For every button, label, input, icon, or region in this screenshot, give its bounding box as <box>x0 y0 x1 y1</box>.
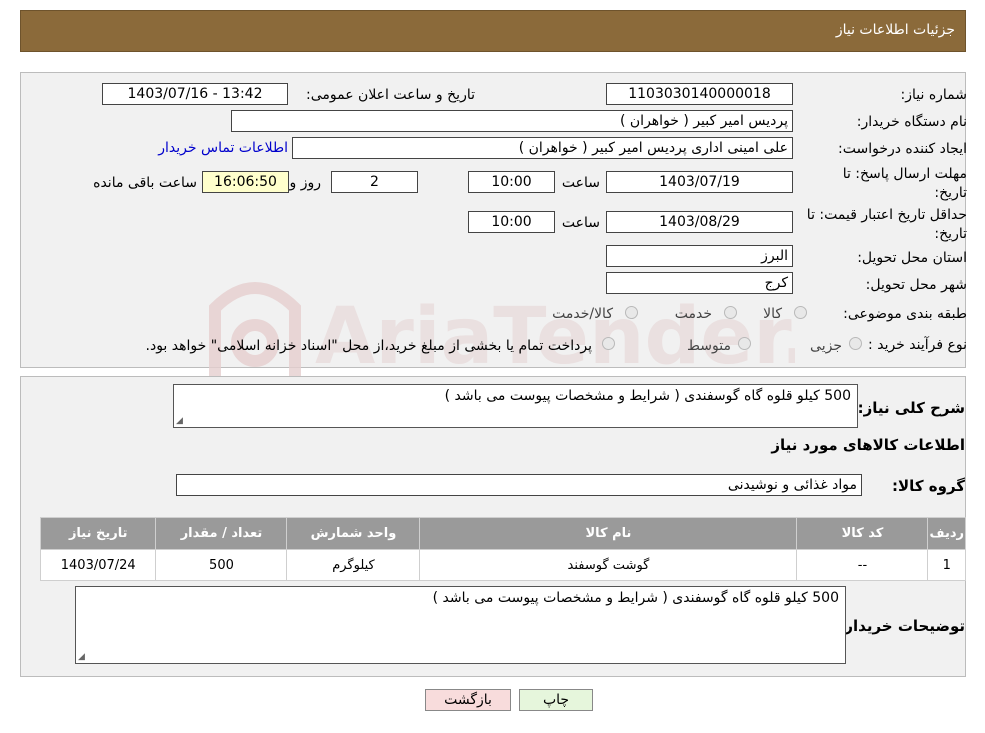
summary-label: شرح کلی نیاز: <box>857 399 965 417</box>
buyer-contact-link[interactable]: اطلاعات تماس خریدار <box>158 140 288 156</box>
goods-group-label: گروه کالا: <box>892 477 965 495</box>
need-number-field: 1103030140000018 <box>606 83 793 105</box>
creator-label: ایجاد کننده درخواست: <box>838 141 967 157</box>
buyer-field: پردیس امیر کبیر ( خواهران ) <box>231 110 793 132</box>
print-button[interactable]: چاپ <box>519 689 593 711</box>
city-label: شهر محل تحویل: <box>865 277 967 293</box>
summary-text: 500 کیلو قلوه گاه گوسفندی ( شرایط و مشخص… <box>444 388 851 404</box>
category-label: طبقه بندی موضوعی: <box>843 306 967 322</box>
page-header: جزئیات اطلاعات نیاز <box>20 10 966 52</box>
category-radio-goods-service[interactable] <box>625 306 638 319</box>
resize-grip-icon[interactable]: ◢ <box>78 652 85 662</box>
remaining-time-field: 16:06:50 <box>202 171 289 193</box>
validity-date-field: 1403/08/29 <box>606 211 793 233</box>
announce-label: تاریخ و ساعت اعلان عمومی: <box>306 87 475 103</box>
page-title: جزئیات اطلاعات نیاز <box>835 22 955 38</box>
buyer-label: نام دستگاه خریدار: <box>856 114 967 130</box>
buyer-notes-textarea[interactable]: 500 کیلو قلوه گاه گوسفندی ( شرایط و مشخص… <box>75 586 846 664</box>
process-label: نوع فرآیند خرید : <box>868 337 967 353</box>
validity-time-field: 10:00 <box>468 211 555 233</box>
process-option-medium: متوسط <box>687 338 731 354</box>
reply-deadline-label-text: مهلت ارسال پاسخ: تا تاریخ: <box>842 166 967 201</box>
validity-label: حداقل تاریخ اعتبار قیمت: تا تاریخ: <box>792 206 967 244</box>
col-qty: تعداد / مقدار <box>155 517 288 550</box>
cell-qty: 500 <box>155 549 288 581</box>
reply-date-field: 1403/07/19 <box>606 171 793 193</box>
summary-textarea[interactable]: 500 کیلو قلوه گاه گوسفندی ( شرایط و مشخص… <box>173 384 858 428</box>
col-name: نام کالا <box>419 517 798 550</box>
resize-grip-icon[interactable]: ◢ <box>176 416 183 426</box>
reply-time-field: 10:00 <box>468 171 555 193</box>
buyer-notes-text: 500 کیلو قلوه گاه گوسفندی ( شرایط و مشخص… <box>432 590 839 606</box>
cell-code: -- <box>796 549 929 581</box>
days-label: روز و <box>289 175 322 191</box>
process-radio-treasury[interactable] <box>602 337 615 350</box>
goods-group-field: مواد غذائی و نوشیدنی <box>176 474 862 496</box>
category-radio-service[interactable] <box>724 306 737 319</box>
category-radio-goods[interactable] <box>794 306 807 319</box>
province-field: البرز <box>606 245 793 267</box>
reply-time-label: ساعت <box>561 175 600 191</box>
buyer-notes-label: توضیحات خریدار: <box>838 617 965 635</box>
cell-row: 1 <box>927 549 966 581</box>
need-number-label: شماره نیاز: <box>900 87 968 103</box>
days-field: 2 <box>331 171 418 193</box>
cell-unit: کیلوگرم <box>286 549 421 581</box>
cell-name: گوشت گوسفند <box>419 549 798 581</box>
category-option-goods: کالا <box>763 306 782 322</box>
category-option-service: خدمت <box>674 306 712 322</box>
col-date: تاریخ نیاز <box>39 517 157 550</box>
process-note: پرداخت تمام یا بخشی از مبلغ خرید،از محل … <box>145 338 592 354</box>
validity-label-text: حداقل تاریخ اعتبار قیمت: تا تاریخ: <box>806 207 967 242</box>
back-button[interactable]: بازگشت <box>425 689 511 711</box>
process-radio-minor[interactable] <box>849 337 862 350</box>
goods-table: ردیف کد کالا نام کالا واحد شمارش تعداد /… <box>39 517 966 581</box>
creator-field: علی امینی اداری پردیس امیر کبیر ( خواهرا… <box>292 137 793 159</box>
validity-time-label: ساعت <box>561 215 600 231</box>
cell-date: 1403/07/24 <box>39 549 157 581</box>
announce-field: 1403/07/16 - 13:42 <box>102 83 288 105</box>
goods-table-header: ردیف کد کالا نام کالا واحد شمارش تعداد /… <box>39 517 966 550</box>
col-row: ردیف <box>927 517 966 550</box>
process-option-minor: جزیی <box>810 338 842 354</box>
remaining-time-label: ساعت باقی مانده <box>93 175 197 191</box>
city-field: کرج <box>606 272 793 294</box>
col-unit: واحد شمارش <box>286 517 421 550</box>
col-code: کد کالا <box>796 517 929 550</box>
table-row: 1 -- گوشت گوسفند کیلوگرم 500 1403/07/24 <box>39 549 966 581</box>
goods-info-heading: اطلاعات کالاهای مورد نیاز <box>771 436 965 454</box>
province-label: استان محل تحویل: <box>857 250 967 266</box>
category-option-goods-service: کالا/خدمت <box>552 306 613 322</box>
process-radio-medium[interactable] <box>738 337 751 350</box>
reply-deadline-label: مهلت ارسال پاسخ: تا تاریخ: <box>807 165 967 203</box>
